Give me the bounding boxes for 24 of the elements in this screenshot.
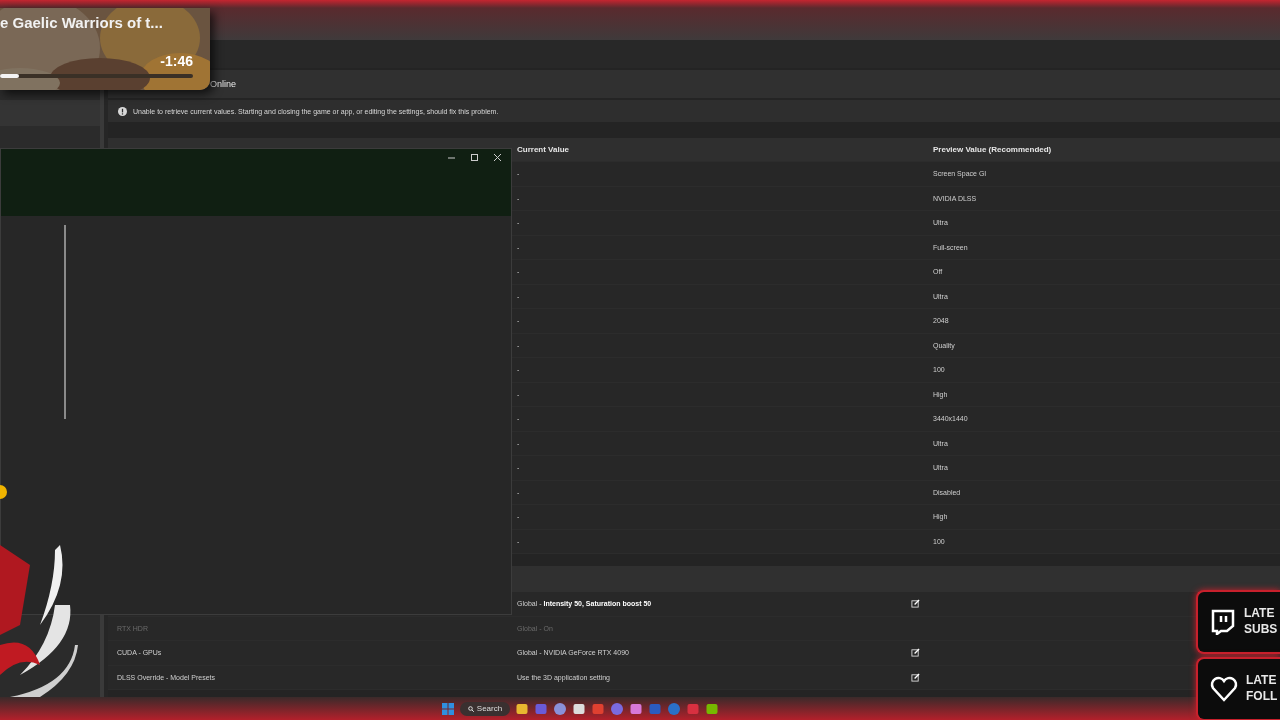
alert-text: LATE (1246, 673, 1278, 689)
column-header: Current Value (517, 145, 570, 154)
alert-text: LATE (1244, 606, 1276, 622)
time-remaining: -1:46 (160, 53, 193, 69)
info-icon (118, 106, 127, 116)
close-icon (494, 153, 501, 161)
chat-icon (1210, 609, 1236, 635)
video-title: e Gaelic Warriors of t... (0, 14, 163, 31)
column-header: Preview Value (Recommended) (933, 145, 1053, 154)
alert-text: SUBS (1244, 622, 1278, 638)
edit-icon[interactable] (911, 648, 920, 658)
edit-icon[interactable] (911, 599, 920, 609)
start-icon[interactable] (440, 701, 455, 716)
progress-track[interactable] (0, 74, 193, 78)
scrollbar[interactable] (64, 225, 66, 419)
orb-icon (0, 484, 8, 500)
maximize-icon (471, 153, 478, 161)
status-text: Online (210, 79, 236, 89)
edit-icon[interactable] (911, 672, 920, 682)
alert-text: FOLL (1246, 689, 1278, 705)
search-icon (467, 705, 474, 712)
search-field[interactable]: Search (459, 701, 511, 716)
sphere-icon[interactable] (553, 701, 568, 716)
heart-icon (1210, 676, 1238, 702)
